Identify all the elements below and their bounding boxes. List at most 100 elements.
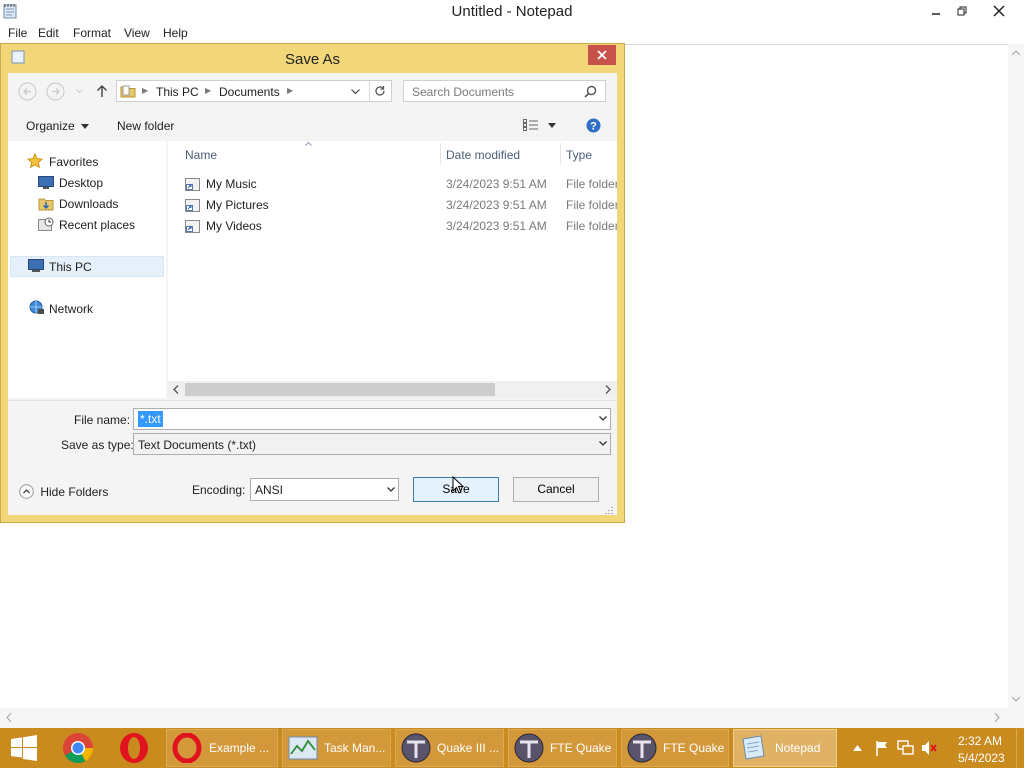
opera-taskbar-icon[interactable] — [117, 731, 151, 765]
taskbar-item-fte-quake-2[interactable]: FTE Quake — [621, 729, 729, 767]
network-icon — [28, 300, 45, 316]
column-header-name[interactable]: Name — [185, 148, 217, 162]
taskbar-label: Quake III ... — [437, 741, 500, 755]
vertical-scrollbar[interactable] — [1008, 44, 1024, 708]
new-folder-button[interactable]: New folder — [117, 119, 174, 133]
hide-folders-label: Hide Folders — [40, 484, 109, 499]
view-options-dropdown[interactable] — [548, 123, 556, 128]
menu-edit[interactable]: Edit — [38, 26, 59, 40]
file-name-selected-text: *.txt — [138, 411, 163, 427]
column-header-date-modified[interactable]: Date modified — [446, 148, 520, 162]
column-divider — [560, 143, 561, 165]
chevron-down-icon — [351, 89, 360, 95]
save-as-type-value: Text Documents (*.txt) — [138, 438, 257, 452]
menu-format[interactable]: Format — [73, 26, 111, 40]
scroll-right-icon — [605, 385, 611, 394]
clock-time[interactable]: 2:32 AM — [958, 734, 1002, 748]
task-manager-icon — [288, 736, 318, 760]
search-icon[interactable] — [584, 85, 597, 98]
encoding-value: ANSI — [255, 483, 284, 497]
up-button[interactable] — [95, 84, 109, 98]
scrollbar-thumb[interactable] — [185, 383, 495, 396]
file-date: 3/24/2023 9:51 AM — [446, 198, 547, 212]
windows-logo-icon — [11, 735, 37, 761]
refresh-button[interactable] — [369, 81, 392, 101]
taskbar-item-example[interactable]: Example ... — [166, 729, 278, 767]
network-status-icon — [897, 740, 914, 755]
file-name: My Pictures — [206, 198, 269, 212]
taskbar-item-fte-quake-1[interactable]: FTE Quake — [508, 729, 617, 767]
taskbar-item-quake-3[interactable]: Quake III ... — [395, 729, 504, 767]
dialog-close-button[interactable] — [588, 45, 616, 65]
mouse-cursor-icon — [452, 476, 464, 494]
start-button[interactable] — [10, 735, 38, 761]
minimize-button[interactable] — [922, 0, 950, 22]
address-dropdown-button[interactable] — [351, 89, 360, 95]
clock-date[interactable]: 5/4/2023 — [958, 751, 1005, 765]
encoding-label: Encoding: — [192, 483, 246, 497]
search-placeholder: Search Documents — [412, 85, 515, 99]
forward-arrow-icon — [46, 82, 65, 101]
chevron-down-icon — [599, 441, 607, 446]
nav-network[interactable]: Network — [49, 302, 93, 316]
forward-button[interactable] — [46, 82, 65, 101]
scroll-down-icon — [1012, 696, 1020, 702]
cancel-button[interactable]: Cancel — [513, 477, 599, 502]
sort-ascending-icon — [305, 142, 312, 146]
file-date: 3/24/2023 9:51 AM — [446, 219, 547, 233]
save-as-type-label: Save as type: — [61, 438, 134, 452]
notepad-icon — [742, 735, 765, 760]
scroll-left-icon — [173, 385, 179, 394]
back-button[interactable] — [18, 82, 37, 101]
menu-help[interactable]: Help — [163, 26, 188, 40]
help-button[interactable]: ? — [586, 118, 601, 133]
show-hidden-icons-icon — [853, 745, 862, 751]
breadcrumb-this-pc[interactable]: This PC — [156, 85, 199, 99]
nav-downloads[interactable]: Downloads — [59, 197, 118, 211]
menu-view[interactable]: View — [124, 26, 150, 40]
nav-this-pc[interactable]: This PC — [49, 260, 92, 274]
show-desktop-button[interactable] — [1016, 729, 1024, 768]
back-arrow-icon — [18, 82, 37, 101]
restore-button[interactable] — [948, 0, 976, 22]
file-type: File folder — [566, 177, 617, 191]
action-center-flag-icon — [876, 741, 887, 756]
breadcrumb-documents[interactable]: Documents — [219, 85, 280, 99]
up-arrow-icon — [97, 85, 107, 97]
file-name: My Videos — [206, 219, 262, 233]
volume-muted-icon — [922, 741, 937, 755]
taskbar-label: Notepad — [775, 741, 821, 755]
menu-file[interactable]: File — [8, 26, 27, 40]
horizontal-scrollbar[interactable] — [0, 708, 1024, 728]
breadcrumb-separator-icon: ▶ — [205, 86, 212, 95]
taskbar-item-notepad-active[interactable]: Notepad — [733, 729, 837, 767]
caret-down-icon — [548, 123, 556, 128]
column-divider — [440, 143, 441, 165]
recent-places-icon — [38, 217, 54, 232]
recent-locations-dropdown[interactable] — [76, 89, 83, 94]
nav-recent-places[interactable]: Recent places — [59, 218, 135, 232]
column-header-type[interactable]: Type — [566, 148, 592, 162]
window-title: Untitled - Notepad — [451, 3, 573, 20]
folder-shortcut-icon — [185, 220, 200, 233]
nav-favorites[interactable]: Favorites — [49, 155, 98, 169]
taskbar-item-task-manager[interactable]: Task Man... — [282, 729, 391, 767]
hide-folders-button[interactable]: Hide Folders — [19, 484, 109, 500]
scroll-left-icon — [6, 713, 12, 722]
folder-icon — [120, 84, 136, 98]
opera-icon — [172, 733, 202, 763]
file-type: File folder — [566, 219, 617, 233]
refresh-icon — [375, 86, 385, 96]
change-view-button[interactable] — [523, 119, 538, 131]
taskbar-label: FTE Quake — [550, 741, 612, 755]
quake-icon — [627, 733, 657, 763]
nav-desktop[interactable]: Desktop — [59, 176, 103, 190]
scroll-right-icon — [994, 713, 1000, 722]
quake-icon — [514, 733, 544, 763]
file-name-input[interactable] — [133, 408, 611, 430]
close-button[interactable] — [985, 0, 1013, 22]
taskbar-label: FTE Quake — [663, 741, 725, 755]
chrome-taskbar-icon[interactable] — [61, 731, 95, 765]
favorites-star-icon — [27, 153, 43, 169]
organize-button[interactable]: Organize — [26, 119, 90, 133]
